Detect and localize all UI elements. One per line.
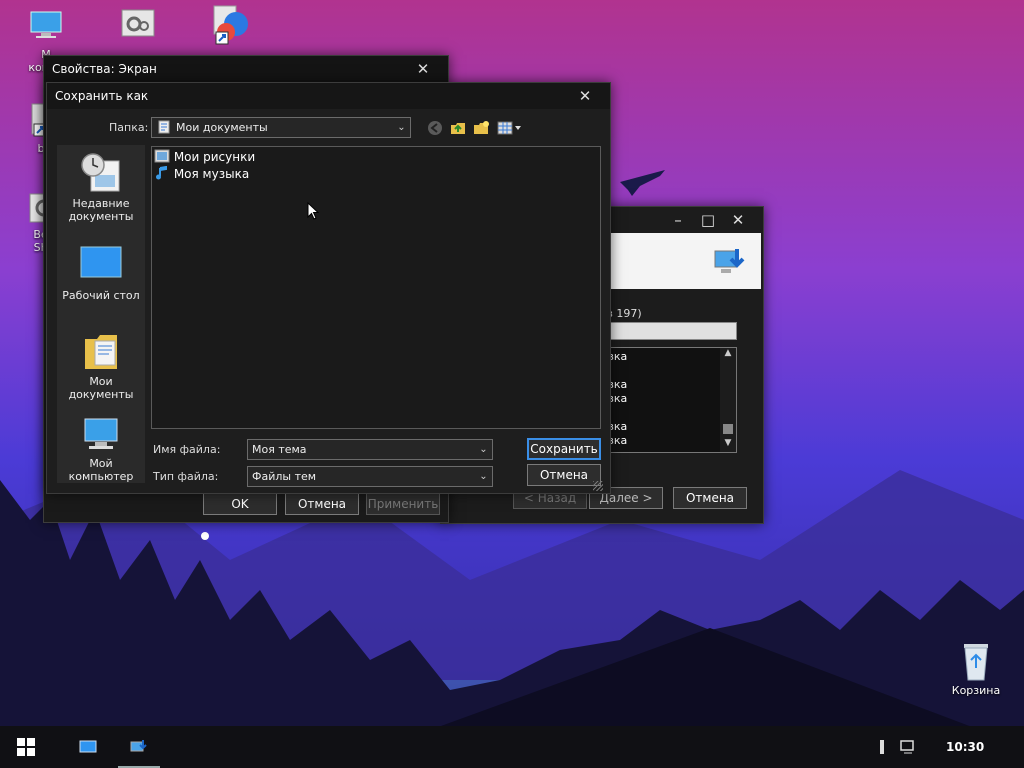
chevron-down-icon[interactable]: ⌄ — [475, 440, 492, 459]
scroll-down-icon[interactable]: ▼ — [720, 438, 736, 452]
close-button[interactable]: ✕ — [408, 56, 438, 82]
scroll-up-icon[interactable]: ▲ — [720, 348, 736, 362]
window-title: Свойства: Экран — [52, 62, 157, 76]
monitor-icon — [79, 740, 97, 753]
chevron-down-icon[interactable]: ⌄ — [475, 467, 492, 486]
save-as-titlebar: Сохранить как ✕ — [47, 83, 610, 109]
wizard-header — [601, 233, 761, 289]
close-button[interactable]: ✕ — [723, 207, 753, 233]
mouse-cursor-icon — [307, 202, 319, 220]
computer-icon — [30, 11, 62, 38]
dialog-title: Сохранить как — [55, 89, 149, 103]
apply-button[interactable]: Применить — [366, 493, 440, 515]
desktop-icon-browser-shortcut[interactable] — [198, 0, 262, 50]
settings-shortcut-icon — [121, 9, 155, 37]
place-my-documents[interactable]: Мои документы — [57, 329, 145, 401]
file-name: Моя музыка — [173, 167, 250, 181]
filetype-label: Тип файла: — [153, 470, 219, 483]
file-list[interactable]: Мои рисунки Моя музыка — [151, 146, 601, 429]
save-as-dialog: Сохранить как ✕ Папка: Мои документы ⌄ Н… — [46, 82, 611, 494]
filename-label: Имя файла: — [153, 443, 221, 456]
ok-button[interactable]: OK — [203, 493, 277, 515]
recent-documents-icon — [81, 153, 120, 192]
list-item[interactable]: Мои рисунки — [154, 149, 255, 165]
back-icon[interactable] — [427, 120, 443, 136]
file-name: Мои рисунки — [173, 150, 256, 164]
cancel-button[interactable]: Отмена — [527, 464, 601, 486]
chevron-down-icon[interactable]: ⌄ — [393, 118, 410, 137]
close-button[interactable]: ✕ — [570, 83, 600, 109]
folder-value: Мои документы — [176, 121, 268, 134]
browser-shortcut-icon — [213, 5, 248, 45]
my-computer-icon — [84, 418, 118, 449]
my-documents-icon — [85, 335, 117, 369]
minimize-button[interactable]: – — [663, 207, 693, 233]
action-center-icon[interactable] — [900, 740, 916, 754]
clock[interactable]: 10:30 — [946, 740, 984, 754]
new-folder-icon[interactable] — [473, 120, 489, 136]
pictures-folder-icon — [154, 149, 170, 163]
recycle-bin-icon — [964, 644, 988, 681]
resize-grip[interactable] — [593, 481, 603, 491]
taskbar: 10:30 — [0, 726, 1024, 768]
maximize-button[interactable]: □ — [693, 207, 723, 233]
taskbar-item-display-properties[interactable] — [66, 726, 110, 768]
taskbar-item-wizard[interactable] — [118, 726, 160, 768]
folder-label: Папка: — [109, 121, 149, 134]
save-button[interactable]: Сохранить — [527, 438, 601, 460]
music-folder-icon — [156, 165, 167, 180]
cancel-button[interactable]: Отмена — [285, 493, 359, 515]
tray-flag-icon[interactable] — [880, 740, 884, 754]
view-menu-icon[interactable] — [497, 120, 523, 136]
desktop-icon-label: Корзина — [951, 684, 1001, 697]
place-label: Недавние документы — [68, 197, 134, 223]
computer-download-icon — [714, 249, 745, 273]
start-button-icon[interactable] — [17, 738, 35, 756]
wizard-cancel-button[interactable]: Отмена — [673, 487, 747, 509]
filename-value: Моя тема — [252, 443, 307, 456]
desktop-icon-settings-shortcut[interactable] — [106, 6, 170, 42]
place-label: Мои документы — [68, 375, 134, 401]
places-bar: Недавние документы Рабочий стол Мои доку… — [57, 145, 145, 483]
place-label: Рабочий стол — [62, 289, 140, 302]
desktop-icon — [80, 246, 122, 278]
up-folder-icon[interactable] — [450, 120, 466, 136]
wizard-progress-text: з 197) — [607, 307, 642, 320]
computer-download-icon — [130, 740, 147, 752]
scroll-thumb[interactable] — [723, 424, 733, 434]
place-desktop[interactable]: Рабочий стол — [57, 245, 145, 302]
desktop-icon-recycle-bin[interactable]: Корзина — [944, 638, 1008, 697]
display-properties-titlebar: Свойства: Экран ✕ — [44, 56, 448, 82]
place-recent-documents[interactable]: Недавние документы — [57, 151, 145, 223]
place-my-computer[interactable]: Мой компьютер — [57, 415, 145, 483]
filetype-combobox[interactable]: Файлы тем ⌄ — [247, 466, 493, 487]
wizard-log-list: зка зка зка зка зка ▲ ▼ — [601, 347, 737, 453]
filename-combobox[interactable]: Моя тема ⌄ — [247, 439, 493, 460]
filetype-value: Файлы тем — [252, 470, 317, 483]
list-item[interactable]: Моя музыка — [154, 165, 250, 182]
wizard-progress-bar — [601, 322, 737, 340]
folder-combobox[interactable]: Мои документы ⌄ — [151, 117, 411, 138]
documents-folder-icon — [158, 120, 170, 134]
scrollbar[interactable]: ▲ ▼ — [720, 348, 736, 452]
place-label: Мой компьютер — [68, 457, 134, 483]
